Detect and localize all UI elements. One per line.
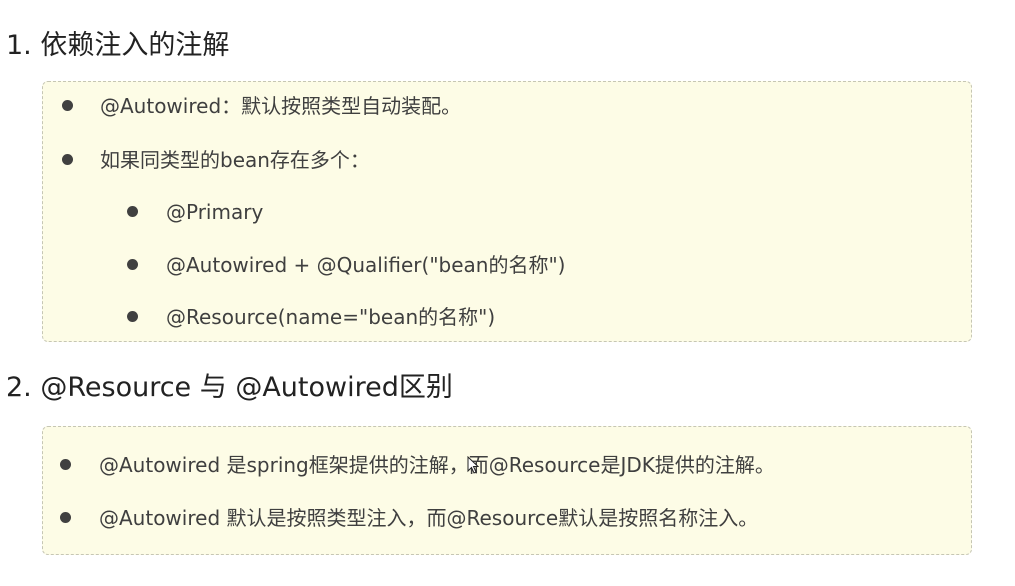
section-1-item-multiple-beans: 如果同类型的bean存在多个： — [100, 148, 370, 172]
sub-bullet-dot-icon — [127, 206, 138, 217]
section-1-heading: 1. 依赖注入的注解 — [6, 30, 230, 61]
section-1-subitem-resource-name: @Resource(name="bean的名称") — [166, 305, 496, 329]
bullet-dot-icon — [62, 100, 73, 111]
section-1-item-autowired: @Autowired：默认按照类型自动装配。 — [100, 94, 462, 118]
bullet-dot-icon — [60, 512, 71, 523]
section-2-heading: 2. @Resource 与 @Autowired区别 — [6, 372, 453, 403]
sub-bullet-dot-icon — [127, 311, 138, 322]
mouse-cursor-icon — [467, 456, 479, 474]
bullet-dot-icon — [62, 154, 73, 165]
section-1-subitem-qualifier: @Autowired + @Qualifier("bean的名称") — [166, 253, 566, 277]
section-1-subitem-primary: @Primary — [166, 200, 264, 224]
bullet-dot-icon — [60, 459, 71, 470]
section-2-item-injection-mode: @Autowired 默认是按照类型注入，而@Resource默认是按照名称注入… — [99, 506, 759, 530]
section-2-note-box — [42, 426, 972, 555]
sub-bullet-dot-icon — [127, 259, 138, 270]
section-2-item-provider: @Autowired 是spring框架提供的注解，而@Resource是JDK… — [99, 453, 775, 477]
